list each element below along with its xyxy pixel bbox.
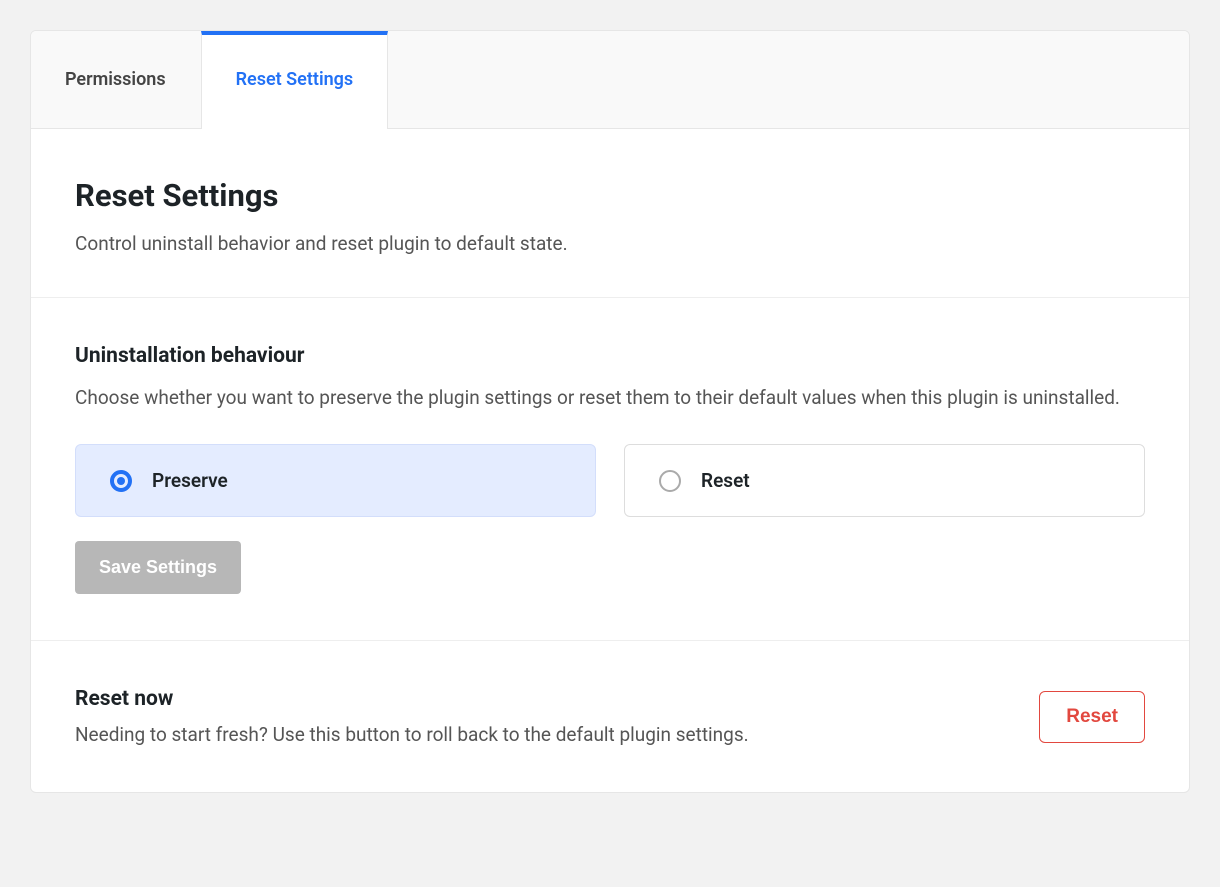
tabs-nav: Permissions Reset Settings [31,31,1189,129]
page-title: Reset Settings [75,177,1145,214]
radio-icon [659,470,681,492]
radio-icon [110,470,132,492]
uninstall-radio-group: Preserve Reset [75,444,1145,517]
page-subtitle: Control uninstall behavior and reset plu… [75,232,1145,255]
radio-option-reset[interactable]: Reset [624,444,1145,517]
page-header: Reset Settings Control uninstall behavio… [31,129,1189,298]
uninstall-section: Uninstallation behaviour Choose whether … [31,298,1189,641]
reset-now-row: Reset now Needing to start fresh? Use th… [75,687,1145,746]
reset-now-text: Reset now Needing to start fresh? Use th… [75,687,1015,746]
radio-label-reset: Reset [701,469,750,492]
radio-option-preserve[interactable]: Preserve [75,444,596,517]
reset-button[interactable]: Reset [1039,691,1145,743]
radio-label-preserve: Preserve [152,469,228,492]
tab-permissions[interactable]: Permissions [31,31,201,128]
reset-now-section: Reset now Needing to start fresh? Use th… [31,641,1189,792]
reset-now-heading: Reset now [75,687,1015,711]
settings-card: Permissions Reset Settings Reset Setting… [30,30,1190,793]
uninstall-description: Choose whether you want to preserve the … [75,382,1145,414]
reset-now-description: Needing to start fresh? Use this button … [75,723,1015,746]
uninstall-heading: Uninstallation behaviour [75,344,1145,368]
tab-reset-settings[interactable]: Reset Settings [201,31,389,129]
save-settings-button[interactable]: Save Settings [75,541,241,594]
